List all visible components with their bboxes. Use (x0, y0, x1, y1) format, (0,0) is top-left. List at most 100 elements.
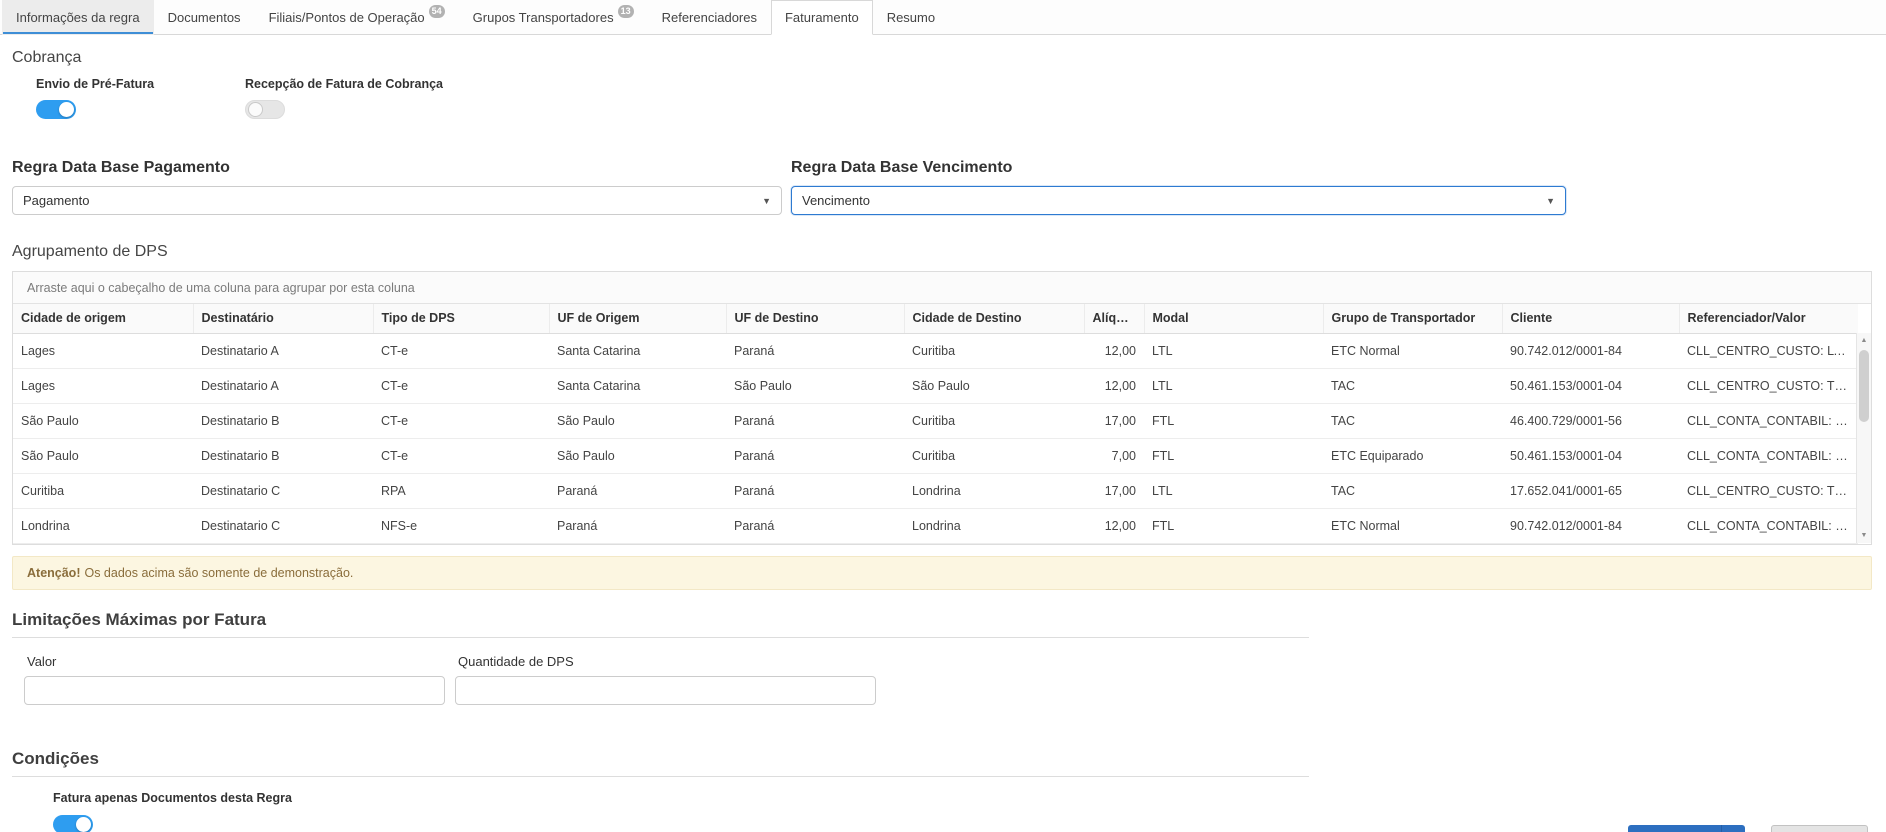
tab-informa-es-da-regra[interactable]: Informações da regra (2, 0, 154, 35)
condicoes-header: Condições (12, 749, 1309, 777)
tab-resumo[interactable]: Resumo (873, 0, 949, 35)
regra-vencimento-value: Vencimento (802, 193, 870, 208)
table-cell: 17.652.041/0001-65 (1502, 473, 1679, 508)
regra-pagamento-select[interactable]: Pagamento ▼ (12, 186, 782, 215)
valor-label: Valor (24, 654, 445, 669)
save-button[interactable]: Gravar (1628, 825, 1721, 832)
table-cell: Paraná (549, 508, 726, 543)
cobranca-toggles: Envio de Pré-Fatura Recepção de Fatura d… (36, 77, 1874, 119)
agrupamento-title: Agrupamento de DPS (12, 243, 1874, 261)
quantidade-dps-label: Quantidade de DPS (455, 654, 876, 669)
column-header[interactable]: Destinatário (193, 304, 373, 333)
column-header[interactable]: Alíquota (1084, 304, 1144, 333)
table-cell: CT-e (373, 438, 549, 473)
table-cell: NFS-e (373, 508, 549, 543)
table-cell: Destinatario A (193, 333, 373, 368)
limitacoes-title: Limitações Máximas por Fatura (12, 610, 266, 629)
table-row[interactable]: São PauloDestinatario BCT-eSão PauloPara… (13, 438, 1858, 473)
table-cell: CT-e (373, 368, 549, 403)
tab-referenciadores[interactable]: Referenciadores (648, 0, 771, 35)
chevron-down-icon: ▼ (1546, 196, 1555, 206)
tab-documentos[interactable]: Documentos (154, 0, 255, 35)
grid-scrollbar[interactable]: ▲ ▼ (1856, 333, 1871, 543)
column-header[interactable]: Cliente (1502, 304, 1679, 333)
condicoes-title: Condições (12, 749, 99, 768)
tab-grupos-transportadores[interactable]: Grupos Transportadores13 (459, 0, 648, 35)
pre-fatura-group: Envio de Pré-Fatura (36, 77, 245, 119)
table-row[interactable]: LagesDestinatario ACT-eSanta CatarinaSão… (13, 368, 1858, 403)
table-cell: Curitiba (904, 333, 1084, 368)
table-cell: Destinatario B (193, 438, 373, 473)
toggle-knob (76, 817, 91, 832)
table-cell: CLL_CENTRO_CUSTO: TL_DIST (1679, 368, 1858, 403)
cancel-button[interactable]: Cancelar (1771, 825, 1868, 832)
grid-group-panel[interactable]: Arraste aqui o cabeçalho de uma coluna p… (13, 272, 1871, 304)
tab-faturamento[interactable]: Faturamento (771, 0, 873, 35)
column-header[interactable]: UF de Destino (726, 304, 904, 333)
table-cell: Santa Catarina (549, 333, 726, 368)
scroll-down-icon[interactable]: ▼ (1857, 528, 1871, 543)
recepcao-fatura-label: Recepção de Fatura de Cobrança (245, 77, 454, 91)
table-cell: Paraná (726, 473, 904, 508)
chevron-down-icon: ▼ (762, 196, 771, 206)
table-row[interactable]: LondrinaDestinatario CNFS-eParanáParanáL… (13, 508, 1858, 543)
table-cell: CLL_CENTRO_CUSTO: LTL_DIST (1679, 333, 1858, 368)
save-dropdown-button[interactable]: ▲ (1721, 825, 1745, 832)
table-cell: FTL (1144, 508, 1323, 543)
quantidade-dps-input[interactable] (455, 676, 876, 705)
warning-prefix: Atenção! (27, 566, 80, 580)
column-header[interactable]: UF de Origem (549, 304, 726, 333)
tab-label: Documentos (168, 10, 241, 25)
tab-label: Resumo (887, 10, 935, 25)
save-split-button: Gravar ▲ (1628, 825, 1745, 832)
recepcao-fatura-group: Recepção de Fatura de Cobrança (245, 77, 454, 119)
column-header[interactable]: Referenciador/Valor (1679, 304, 1858, 333)
table-cell: Destinatario C (193, 508, 373, 543)
toggle-knob (59, 102, 74, 117)
tab-filiais-pontos-de-opera-o[interactable]: Filiais/Pontos de Operação54 (255, 0, 459, 35)
recepcao-fatura-toggle[interactable] (245, 100, 285, 119)
condicoes-body: Fatura apenas Documentos desta Regra (53, 791, 1874, 832)
table-cell: São Paulo (904, 368, 1084, 403)
fatura-apenas-toggle[interactable] (53, 815, 93, 832)
dps-grid: Arraste aqui o cabeçalho de uma coluna p… (12, 271, 1872, 545)
table-cell: 17,00 (1084, 403, 1144, 438)
table-cell: Paraná (726, 333, 904, 368)
valor-input[interactable] (24, 676, 445, 705)
column-header[interactable]: Cidade de Destino (904, 304, 1084, 333)
table-cell: Paraná (726, 508, 904, 543)
table-cell: 7,00 (1084, 438, 1144, 473)
table-row[interactable]: São PauloDestinatario BCT-eSão PauloPara… (13, 403, 1858, 438)
action-bar: Gravar ▲ Cancelar (1628, 825, 1868, 832)
table-cell: ETC Normal (1323, 508, 1502, 543)
regra-vencimento-select[interactable]: Vencimento ▼ (791, 186, 1566, 215)
regra-pagamento-title: Regra Data Base Pagamento (12, 159, 782, 177)
valor-field-group: Valor (24, 654, 445, 705)
scroll-up-icon[interactable]: ▲ (1857, 333, 1871, 348)
scrollbar-thumb[interactable] (1859, 350, 1869, 422)
table-row[interactable]: LagesDestinatario ACT-eSanta CatarinaPar… (13, 333, 1858, 368)
table-cell: São Paulo (726, 368, 904, 403)
column-header[interactable]: Cidade de origem (13, 304, 193, 333)
regra-pagamento-col: Regra Data Base Pagamento Pagamento ▼ (12, 159, 782, 215)
table-cell: CLL_CONTA_CONTABIL: DEPART_A (1679, 508, 1858, 543)
column-header[interactable]: Modal (1144, 304, 1323, 333)
pre-fatura-label: Envio de Pré-Fatura (36, 77, 245, 91)
regra-pagamento-value: Pagamento (23, 193, 90, 208)
table-cell: TAC (1323, 403, 1502, 438)
pre-fatura-toggle[interactable] (36, 100, 76, 119)
table-body: LagesDestinatario ACT-eSanta CatarinaPar… (13, 333, 1858, 543)
limitacoes-header: Limitações Máximas por Fatura (12, 610, 1309, 638)
table-cell: Curitiba (904, 438, 1084, 473)
table-cell: 50.461.153/0001-04 (1502, 368, 1679, 403)
table-row[interactable]: CuritibaDestinatario CRPAParanáParanáLon… (13, 473, 1858, 508)
tab-label: Faturamento (785, 10, 859, 25)
table-cell: 12,00 (1084, 333, 1144, 368)
table-cell: LTL (1144, 368, 1323, 403)
regras-data-base: Regra Data Base Pagamento Pagamento ▼ Re… (12, 159, 1874, 215)
cobranca-title: Cobrança (12, 49, 1874, 67)
column-header[interactable]: Tipo de DPS (373, 304, 549, 333)
column-header[interactable]: Grupo de Transportador (1323, 304, 1502, 333)
table-cell: CLL_CONTA_CONTABIL: DEPART_A (1679, 403, 1858, 438)
demo-warning: Atenção!Os dados acima são somente de de… (12, 556, 1872, 590)
